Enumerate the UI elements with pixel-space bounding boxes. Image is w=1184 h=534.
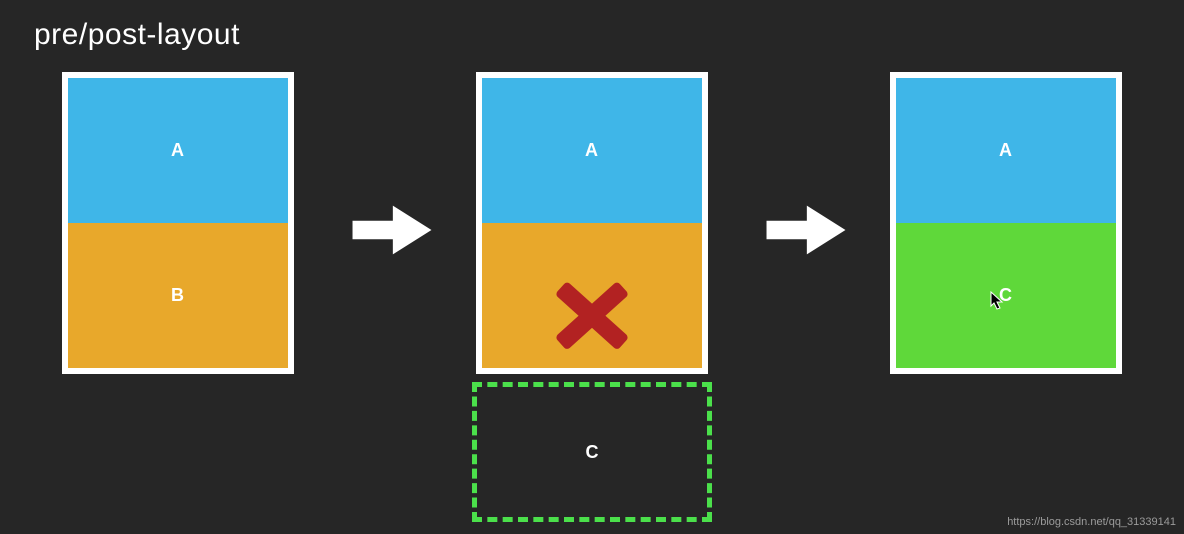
block-c: C [896, 223, 1116, 368]
block-a: A [482, 78, 702, 223]
watermark: https://blog.csdn.net/qq_31339141 [1007, 516, 1176, 528]
panel-removing: A [476, 72, 708, 374]
cross-icon [554, 277, 630, 353]
cursor-icon [990, 291, 1004, 311]
slide-title: pre/post-layout [34, 18, 240, 52]
arrow-right-icon [764, 200, 848, 260]
block-a: A [896, 78, 1116, 223]
block-b: B [68, 223, 288, 368]
panel-before: A B [62, 72, 294, 374]
diagram-stage: A B A C A C [0, 72, 1184, 512]
pending-block-c: C [472, 382, 712, 522]
arrow-right-icon [350, 200, 434, 260]
block-b-removed [482, 223, 702, 368]
pending-block-label: C [586, 442, 599, 463]
block-a: A [68, 78, 288, 223]
panel-after: A C [890, 72, 1122, 374]
